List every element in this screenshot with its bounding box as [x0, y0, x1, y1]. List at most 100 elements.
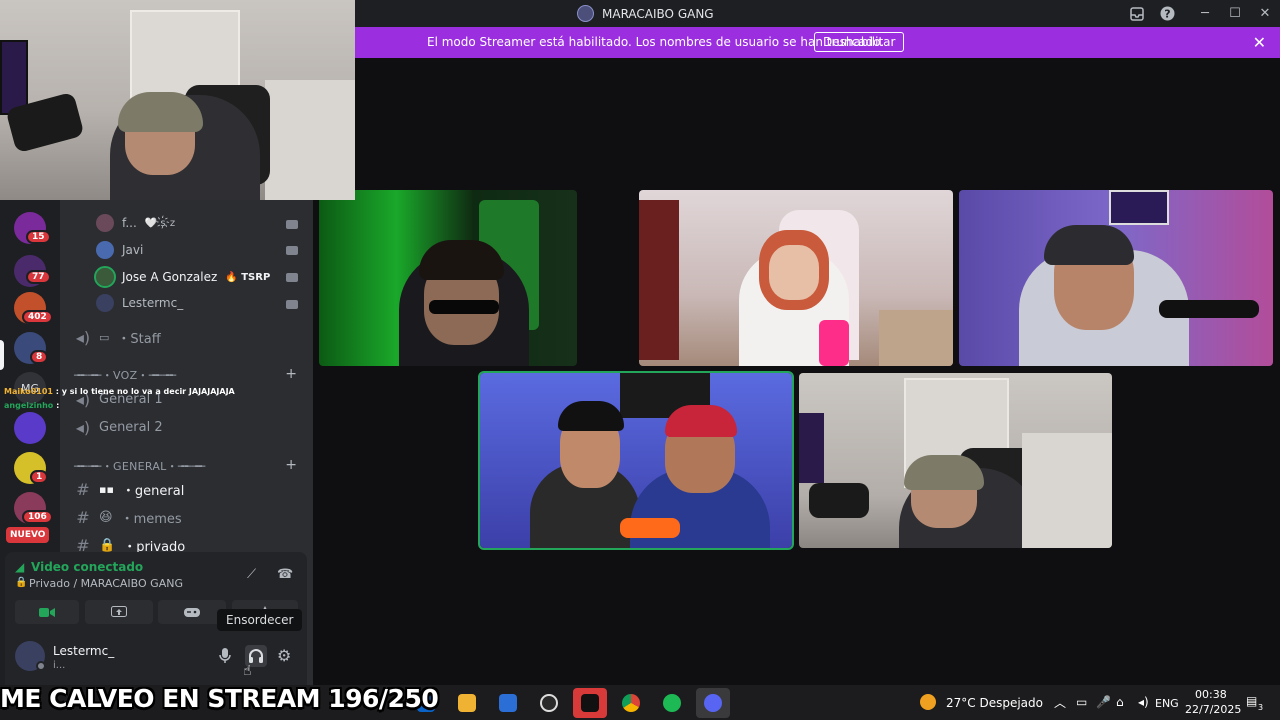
- weather-text[interactable]: 27°C Despejado: [946, 696, 1043, 710]
- stream-goal-overlay: ME CALVEO EN STREAM 196/250: [0, 684, 439, 713]
- disconnect-icon[interactable]: ☎: [277, 567, 293, 582]
- lock-icon: 🔒: [99, 537, 116, 553]
- stream-chat-line-1: Maiko0101 : y si lo tiene no lo va a dec…: [4, 387, 235, 396]
- close-banner-icon[interactable]: ✕: [1253, 33, 1266, 52]
- unread-badge: 15: [26, 230, 51, 244]
- disable-streamer-mode-button[interactable]: Deshabilitar: [814, 32, 905, 52]
- channel-label: ・Staff: [117, 331, 161, 347]
- chat-text: :: [56, 401, 60, 410]
- taskbar-app-files[interactable]: [450, 688, 484, 718]
- voice-user-extra: 🤍 ꜱ҉ᴢ: [144, 217, 176, 229]
- volume-icon[interactable]: ◂): [1138, 695, 1149, 709]
- voice-user-4[interactable]: Lestermc_: [96, 293, 183, 313]
- channel-general[interactable]: # ▪▪ ・general: [75, 479, 184, 499]
- window-title: MARACAIBO GANG: [602, 6, 714, 21]
- avatar: [96, 241, 114, 259]
- minimize-button[interactable]: ─: [1190, 0, 1220, 27]
- microphone-icon: 🎤: [1096, 695, 1111, 709]
- avatar: [96, 214, 114, 232]
- camera-icon: [286, 300, 298, 309]
- speaker-icon: ◂): [75, 417, 91, 437]
- new-badge: NUEVO: [6, 527, 50, 543]
- taskbar-app-spotify[interactable]: [655, 688, 689, 718]
- help-icon[interactable]: ?: [1152, 0, 1182, 27]
- lock-icon: 🔒: [15, 577, 28, 588]
- username[interactable]: Lestermc_: [53, 644, 114, 658]
- laugh-emoji-icon: 😆: [99, 509, 113, 525]
- unread-badge: 77: [26, 270, 51, 284]
- window-title-group: MARACAIBO GANG: [577, 5, 714, 22]
- video-tile-2[interactable]: [639, 190, 953, 366]
- window-controls: ? ─ ☐ ✕: [1122, 0, 1280, 27]
- maximize-button[interactable]: ☐: [1220, 0, 1250, 27]
- video-tile-speaking[interactable]: [478, 371, 794, 550]
- taskbar-app-obs[interactable]: [532, 688, 566, 718]
- settings-gear-icon[interactable]: ⚙: [277, 646, 291, 665]
- voice-user-name: Jose A Gonzalez: [122, 270, 218, 284]
- battery-icon: ▭: [1076, 695, 1088, 709]
- microphone-icon[interactable]: [219, 648, 231, 668]
- svg-text:?: ?: [1164, 8, 1170, 21]
- close-window-button[interactable]: ✕: [1250, 0, 1280, 27]
- video-tile-3[interactable]: [959, 190, 1273, 366]
- hash-icon: #: [76, 479, 90, 499]
- clock-time[interactable]: 00:38: [1195, 688, 1227, 701]
- channel-general-2[interactable]: ◂) General 2: [75, 417, 163, 437]
- activities-button[interactable]: [158, 600, 226, 624]
- category-general[interactable]: ╼╾╼╾・GENERAL・╼╾╼╾: [74, 458, 206, 474]
- taskbar-app-tiktok[interactable]: [573, 688, 607, 718]
- channel-memes[interactable]: # 😆 ・memes: [75, 507, 181, 527]
- chat-user: Maiko0101: [4, 387, 53, 396]
- notification-icon[interactable]: ▤: [1246, 694, 1257, 708]
- channel-staff[interactable]: ◂) ▭ ・Staff: [75, 327, 161, 347]
- taskbar-app-store[interactable]: [491, 688, 525, 718]
- voice-user-extra: 🔥 TSRP: [225, 271, 271, 283]
- voice-user-name: Lestermc_: [122, 296, 184, 310]
- discord-app: MARACAIBO GANG ? ─ ☐ ✕ El modo Streamer …: [0, 0, 1280, 720]
- deafen-tooltip: Ensordecer: [217, 609, 303, 631]
- video-tile-5[interactable]: [799, 373, 1112, 548]
- camera-button[interactable]: [15, 600, 79, 624]
- stream-chat-line-2: angelzinho :: [4, 401, 59, 410]
- title-bar: MARACAIBO GANG ? ─ ☐ ✕: [355, 0, 1280, 27]
- monitor-icon: ▭: [99, 330, 110, 344]
- clock-date[interactable]: 22/7/2025: [1185, 703, 1241, 716]
- network-icon[interactable]: ⌂: [1116, 695, 1124, 709]
- video-tile-1[interactable]: [319, 190, 577, 366]
- category-voz[interactable]: ╼╾╼╾・VOZ・╼╾╼╾: [74, 367, 176, 383]
- voice-user-2[interactable]: Javi: [96, 240, 143, 260]
- add-channel-icon[interactable]: +: [285, 366, 297, 382]
- chat-text: : y si lo tiene no lo va a decir JAJAJAJ…: [55, 387, 235, 396]
- chevron-up-icon[interactable]: ︿: [1054, 694, 1066, 711]
- avatar: [94, 266, 116, 288]
- server-icon-6[interactable]: [14, 412, 46, 444]
- noise-suppression-icon[interactable]: ⟋: [247, 567, 256, 582]
- language-indicator[interactable]: ENG: [1155, 697, 1179, 710]
- voice-location[interactable]: Privado / MARACAIBO GANG: [15, 577, 183, 590]
- server-icon: [577, 5, 594, 22]
- system-tray: 27°C Despejado ︿ ▭ 🎤 ⌂ ◂) ENG 00:38 22/7…: [910, 685, 1280, 720]
- user-panel: Lestermc_ i... ⚙: [5, 632, 307, 685]
- status-dot-icon: [36, 661, 46, 671]
- inbox-icon[interactable]: [1122, 0, 1152, 27]
- avatar: [96, 294, 114, 312]
- user-status: i...: [53, 660, 66, 671]
- screen-share-button[interactable]: [85, 600, 153, 624]
- channel-label: ・general: [121, 483, 185, 499]
- weather-icon: [920, 694, 936, 710]
- signal-icon: ◢: [15, 560, 25, 574]
- unread-badge: 8: [30, 350, 49, 364]
- add-channel-icon[interactable]: +: [285, 457, 297, 473]
- voice-user-3[interactable]: Jose A Gonzalez 🔥 TSRP: [94, 266, 271, 288]
- voice-user-name: f...: [122, 216, 137, 230]
- chat-icon: ▪▪: [99, 482, 114, 496]
- hash-icon: #: [76, 507, 90, 527]
- voice-user-name: Javi: [122, 243, 144, 257]
- mouse-cursor-icon: ☝: [243, 663, 252, 679]
- taskbar-app-discord[interactable]: [696, 688, 730, 718]
- voice-user-1[interactable]: f... 🤍 ꜱ҉ᴢ: [96, 213, 175, 233]
- chat-user: angelzinho: [4, 401, 54, 410]
- unread-badge: 106: [22, 510, 53, 524]
- taskbar-app-chrome[interactable]: [614, 688, 648, 718]
- voice-status[interactable]: Video conectado: [15, 560, 143, 574]
